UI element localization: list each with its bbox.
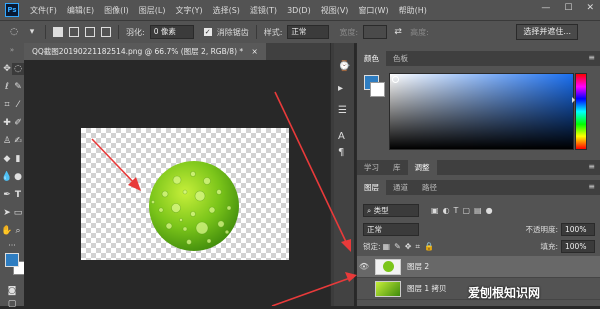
arrow-head: [345, 272, 357, 282]
annotation-arrows: [91, 91, 357, 306]
arrow-line: [271, 277, 351, 306]
arrow-head: [341, 239, 351, 252]
arrow-line: [91, 138, 137, 186]
watermark: 爱刨根知识网: [468, 286, 541, 300]
arrow-line: [274, 91, 348, 245]
